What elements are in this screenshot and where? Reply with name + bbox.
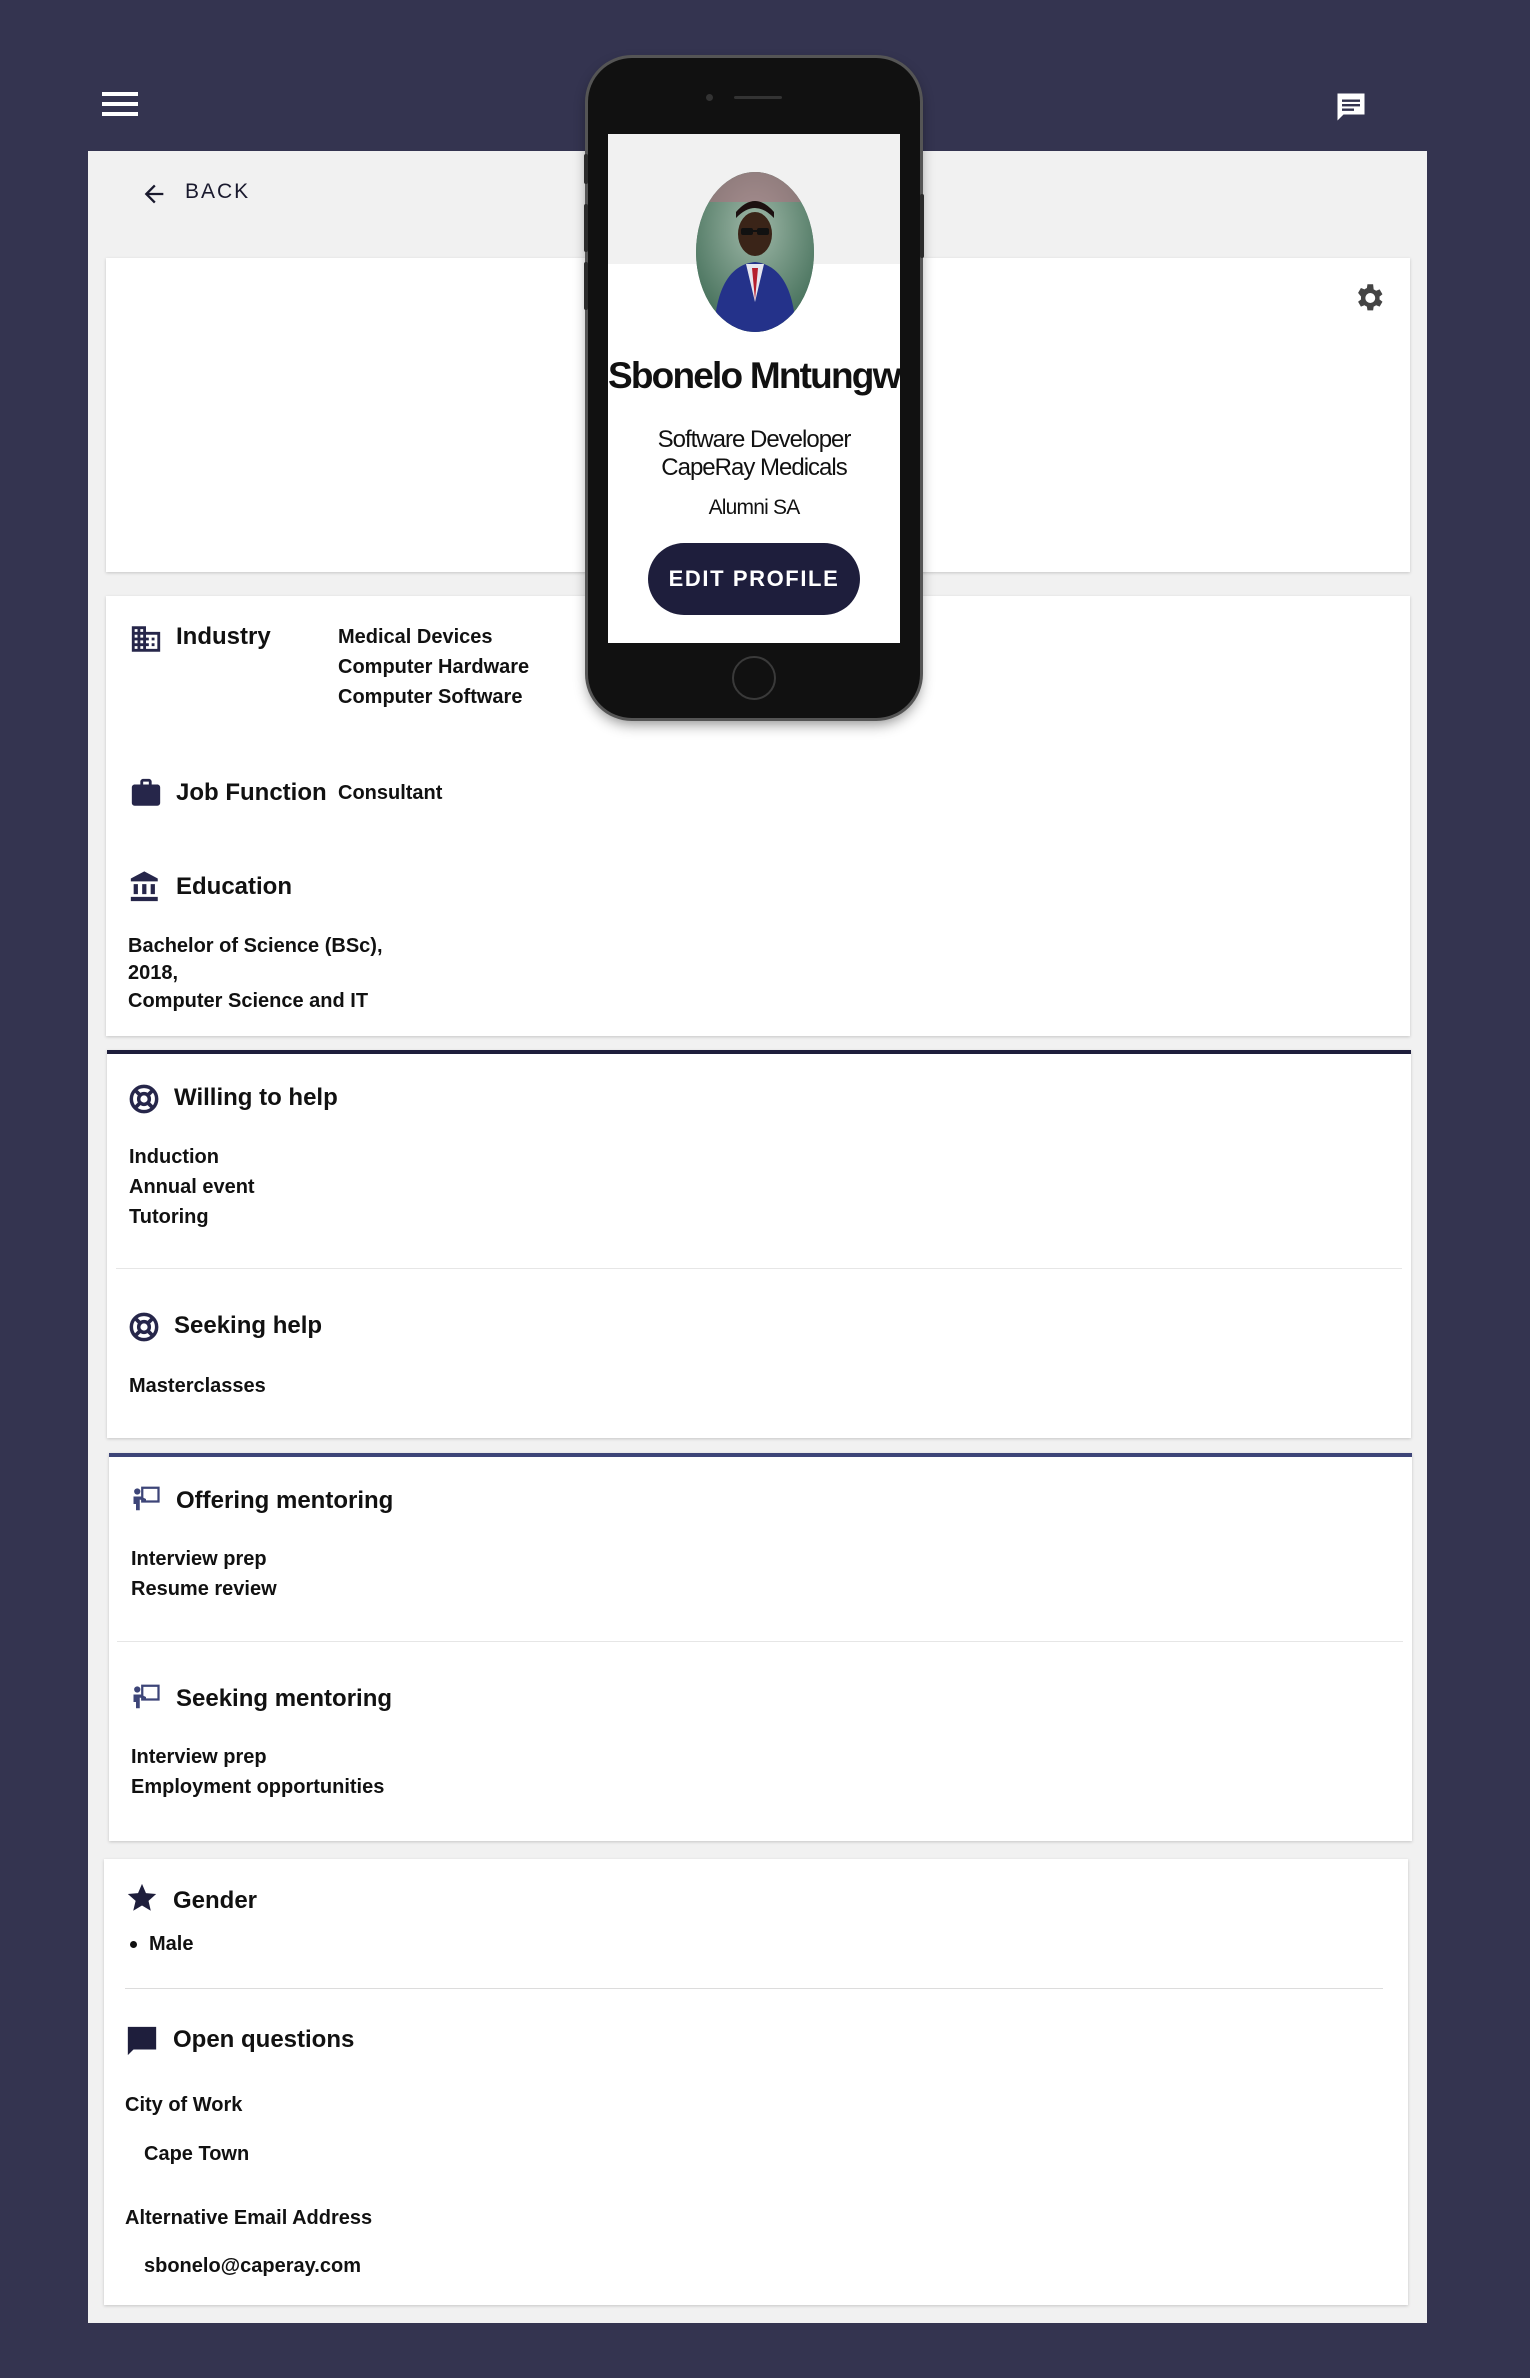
edit-profile-button[interactable]: EDIT PROFILE <box>648 543 860 615</box>
gender-value: Male <box>149 1933 194 1955</box>
teacher-icon <box>133 1486 160 1511</box>
seeking-help-item: Masterclasses <box>129 1375 266 1397</box>
avatar <box>696 172 814 332</box>
open-questions-label: Open questions <box>173 2026 355 2053</box>
phone-speaker <box>734 96 782 99</box>
lifebuoy-icon <box>129 1312 159 1342</box>
chat-icon[interactable] <box>1333 89 1369 125</box>
phone-home-button[interactable] <box>732 656 776 700</box>
divider <box>117 1641 1403 1642</box>
divider <box>125 1988 1383 1989</box>
profile-title: Software Developer <box>657 426 852 453</box>
phone-mockup: Sbonelo Mntungwa Software Developer Cape… <box>584 58 924 718</box>
willing-item: Annual event <box>129 1176 255 1198</box>
edit-profile-label: EDIT PROFILE <box>668 566 840 591</box>
industry-item: Computer Software <box>338 686 523 708</box>
gender-label: Gender <box>173 1887 258 1914</box>
teacher-icon <box>133 1684 160 1709</box>
hamburger-icon[interactable] <box>102 90 138 118</box>
phone-camera <box>706 94 713 101</box>
seeking-mentoring-item: Interview prep <box>131 1746 267 1768</box>
message-icon <box>127 2026 157 2056</box>
back-label: BACK <box>185 180 251 203</box>
lifebuoy-icon <box>129 1084 159 1114</box>
briefcase-icon <box>131 778 161 806</box>
city-of-work-value: Cape Town <box>144 2143 250 2165</box>
seeking-mentoring-label: Seeking mentoring <box>176 1685 393 1712</box>
extra-info-card <box>104 1859 1408 2305</box>
education-label: Education <box>176 873 293 900</box>
profile-company: CapeRay Medicals <box>661 454 847 481</box>
profile-name: Sbonelo Mntungwa <box>608 355 900 396</box>
profile-group: Alumni SA <box>708 496 801 519</box>
seeking-help-label: Seeking help <box>174 1312 323 1339</box>
bank-icon <box>130 871 158 902</box>
building-icon <box>131 626 161 652</box>
offering-mentoring-label: Offering mentoring <box>176 1487 394 1514</box>
alt-email-value: sbonelo@caperay.com <box>144 2255 361 2277</box>
phone-side-button <box>584 262 588 310</box>
star-icon <box>127 1883 157 1911</box>
city-of-work-label: City of Work <box>125 2094 243 2116</box>
phone-screen: Sbonelo Mntungwa Software Developer Cape… <box>608 134 900 643</box>
alt-email-label: Alternative Email Address <box>125 2207 373 2229</box>
industry-item: Computer Hardware <box>338 656 530 678</box>
gear-icon[interactable] <box>1352 281 1386 315</box>
industry-label: Industry <box>176 623 271 650</box>
bullet-icon <box>130 1941 137 1948</box>
job-function-value: Consultant <box>338 782 443 804</box>
offering-item: Resume review <box>131 1578 277 1600</box>
willing-item: Induction <box>129 1146 219 1168</box>
phone-side-button <box>920 194 924 258</box>
phone-side-button <box>584 204 588 252</box>
industry-item: Medical Devices <box>338 626 493 648</box>
seeking-mentoring-item: Employment opportunities <box>131 1776 385 1798</box>
willing-item: Tutoring <box>129 1206 209 1228</box>
education-line: 2018, <box>128 962 179 984</box>
education-line: Computer Science and IT <box>128 990 369 1012</box>
divider <box>116 1268 1402 1269</box>
willing-to-help-label: Willing to help <box>174 1084 338 1111</box>
job-function-label: Job Function <box>176 779 327 806</box>
phone-side-button <box>584 154 588 184</box>
education-line: Bachelor of Science (BSc), <box>128 935 383 957</box>
offering-item: Interview prep <box>131 1548 267 1570</box>
arrow-left-icon <box>144 184 164 204</box>
back-button[interactable]: BACK <box>140 176 250 210</box>
